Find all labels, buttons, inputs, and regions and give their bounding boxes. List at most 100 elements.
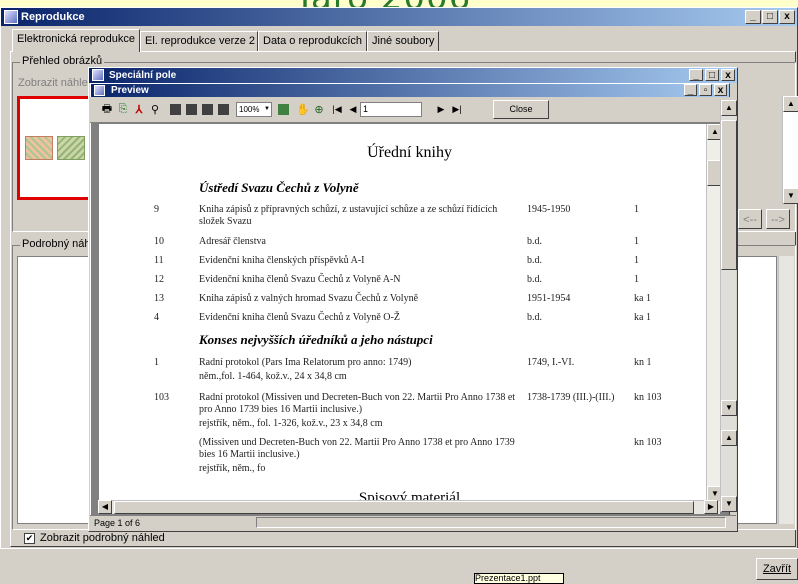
detail-preview-checkbox[interactable]: ✔ — [24, 533, 35, 544]
multi-page-icon[interactable] — [218, 104, 229, 115]
scroll-down-button[interactable]: ▼ — [783, 188, 798, 204]
zoom-icon[interactable]: ⊕ — [312, 102, 326, 116]
row-number: 13 — [154, 293, 164, 304]
pdf-icon[interactable]: ⅄ — [132, 102, 146, 116]
maximize-button[interactable]: □ — [762, 10, 778, 24]
thumbnail-icon[interactable] — [278, 104, 289, 115]
row-date: b.d. — [527, 274, 542, 285]
row-description: Evidenční kniha členů Svazu Čechů z Voly… — [199, 312, 400, 323]
page-input[interactable]: 1 — [360, 102, 422, 117]
row-box: kn 103 — [634, 437, 662, 448]
row-number: 11 — [154, 255, 164, 266]
special-minimize-button[interactable]: _ — [689, 69, 703, 81]
show-preview-label: Zobrazit náhle — [18, 77, 88, 89]
preview-hscroll[interactable]: ◀ ▶ — [98, 500, 720, 514]
preview-titlebar[interactable]: Preview _ ▫ x — [91, 84, 729, 97]
hand-icon[interactable]: ✋ — [296, 102, 310, 116]
taskbar-tooltip: Prezentace1.ppt — [474, 573, 564, 584]
scroll-thumb[interactable] — [114, 501, 694, 514]
next-page-icon[interactable]: ▶ — [434, 102, 448, 116]
scroll-down-button[interactable]: ▼ — [721, 400, 737, 416]
four-page-icon[interactable] — [202, 104, 213, 115]
preview-outer-scrollbar[interactable]: ▲ ▼ ▲ ▼ — [720, 100, 737, 512]
row-box: 1 — [634, 274, 639, 285]
tab-electronic-reproduction[interactable]: Elektronická reprodukce — [12, 29, 140, 52]
tab-reproduction-data[interactable]: Data o reprodukcích — [258, 31, 367, 51]
bottom-bar — [0, 548, 798, 584]
first-page-icon[interactable]: |◀ — [330, 102, 344, 116]
section-heading-2: Konses nejvyšších úředníků a jeho nástup… — [199, 332, 433, 347]
row-number: 103 — [154, 392, 169, 403]
close-button[interactable]: Zavřít — [756, 558, 798, 580]
preview-maximize-button[interactable]: ▫ — [699, 84, 712, 96]
row-description: Evidenční kniha členů Svazu Čechů z Voly… — [199, 274, 401, 285]
overview-scrollbar[interactable]: ▲ ▼ — [782, 96, 798, 204]
special-field-titlebar[interactable]: Speciální pole _ □ x — [89, 68, 737, 83]
row-description: Kniha zápisů z přípravných schůzí, z ust… — [199, 204, 498, 227]
row-number: 1 — [154, 357, 159, 368]
print-icon[interactable]: 🖶 — [100, 102, 114, 116]
row-description: Evidenční kniha členských příspěvků A-I — [199, 255, 365, 266]
preview-title: Preview — [111, 85, 149, 96]
minimize-button[interactable]: _ — [745, 10, 761, 24]
scroll-up-button[interactable]: ▲ — [783, 96, 798, 112]
detail-scrollbar[interactable] — [778, 256, 794, 524]
export-icon[interactable]: ⎘ — [116, 102, 130, 116]
scroll-right-button[interactable]: ▶ — [704, 500, 718, 514]
special-close-button[interactable]: x — [721, 69, 735, 81]
tab-other-files[interactable]: Jiné soubory — [367, 31, 439, 51]
scroll-thumb[interactable] — [721, 120, 737, 270]
document-page: Úřední knihy Ústředí Svazu Čechů z Volyn… — [98, 124, 720, 500]
last-page-icon[interactable]: ▶| — [450, 102, 464, 116]
preview-close-toolbar-button[interactable]: Close — [493, 100, 549, 119]
main-titlebar[interactable]: Reprodukce _ □ x — [1, 8, 797, 26]
app-icon — [4, 10, 18, 24]
page-view-icon[interactable] — [170, 104, 181, 115]
table-row: 103 Radní protokol (Missiven und Decrete… — [99, 392, 720, 432]
row-description: Radní protokol (Missiven und Decreten-Bu… — [199, 392, 516, 415]
zoom-value: 100% — [239, 105, 260, 114]
overview-group-label: Přehled obrázků — [20, 55, 105, 67]
thumbnail-selection[interactable] — [17, 96, 91, 200]
row-description: Kniha zápisů z valných hromad Svazu Čech… — [199, 293, 419, 304]
row-date: b.d. — [527, 255, 542, 266]
row-box: 1 — [634, 236, 639, 247]
prev-page-icon[interactable]: ◀ — [346, 102, 360, 116]
section-heading-3: Spisový materiál — [358, 490, 461, 500]
row-date: 1738-1739 (III.)-(III.) — [527, 392, 615, 403]
special-field-title: Speciální pole — [109, 70, 177, 81]
next-image-button[interactable]: --> — [766, 209, 790, 229]
prev-image-button[interactable]: <-- — [738, 209, 762, 229]
thumbnail-image-1[interactable] — [25, 136, 53, 160]
scroll-left-button[interactable]: ◀ — [98, 500, 112, 514]
preview-close-button[interactable]: x — [714, 84, 727, 96]
thumbnail-image-2[interactable] — [57, 136, 85, 160]
close-window-button[interactable]: x — [779, 10, 795, 24]
scroll-down-button[interactable]: ▼ — [721, 496, 737, 512]
row-number: 12 — [154, 274, 164, 285]
row-date: 1749, I.-VI. — [527, 357, 575, 368]
page-count-status: Page 1 of 6 — [94, 518, 141, 528]
row-description-detail: rejstřík, něm., fo — [199, 463, 266, 474]
row-box: ka 1 — [634, 312, 651, 323]
preview-status-bar: Page 1 of 6 — [90, 515, 736, 529]
document-heading: Úřední knihy — [367, 144, 452, 161]
chevron-down-icon: ▼ — [264, 106, 270, 112]
preview-minimize-button[interactable]: _ — [684, 84, 697, 96]
zoom-select[interactable]: 100% ▼ — [236, 102, 272, 117]
table-row: 1 Radní protokol (Pars Ima Relatorum pro… — [99, 357, 720, 383]
row-description: (Missiven und Decreten-Buch von 22. Mart… — [199, 437, 515, 460]
tab-reproduction-v2[interactable]: El. reprodukce verze 2 — [140, 31, 258, 51]
find-icon[interactable]: ⚲ — [148, 102, 162, 116]
row-date: 1951-1954 — [527, 293, 571, 304]
row-description: Radní protokol (Pars Ima Relatorum pro a… — [199, 357, 412, 368]
row-number: 4 — [154, 312, 159, 323]
row-date: b.d. — [527, 312, 542, 323]
scroll-up-button[interactable]: ▲ — [721, 430, 737, 446]
section-heading-1: Ústředí Svazu Čechů z Volyně — [199, 180, 359, 195]
two-page-icon[interactable] — [186, 104, 197, 115]
special-maximize-button[interactable]: □ — [705, 69, 719, 81]
row-box: 1 — [634, 255, 639, 266]
scroll-up-button[interactable]: ▲ — [721, 100, 737, 116]
table-row: 9 Kniha zápisů z přípravných schůzí, z u… — [99, 204, 720, 230]
